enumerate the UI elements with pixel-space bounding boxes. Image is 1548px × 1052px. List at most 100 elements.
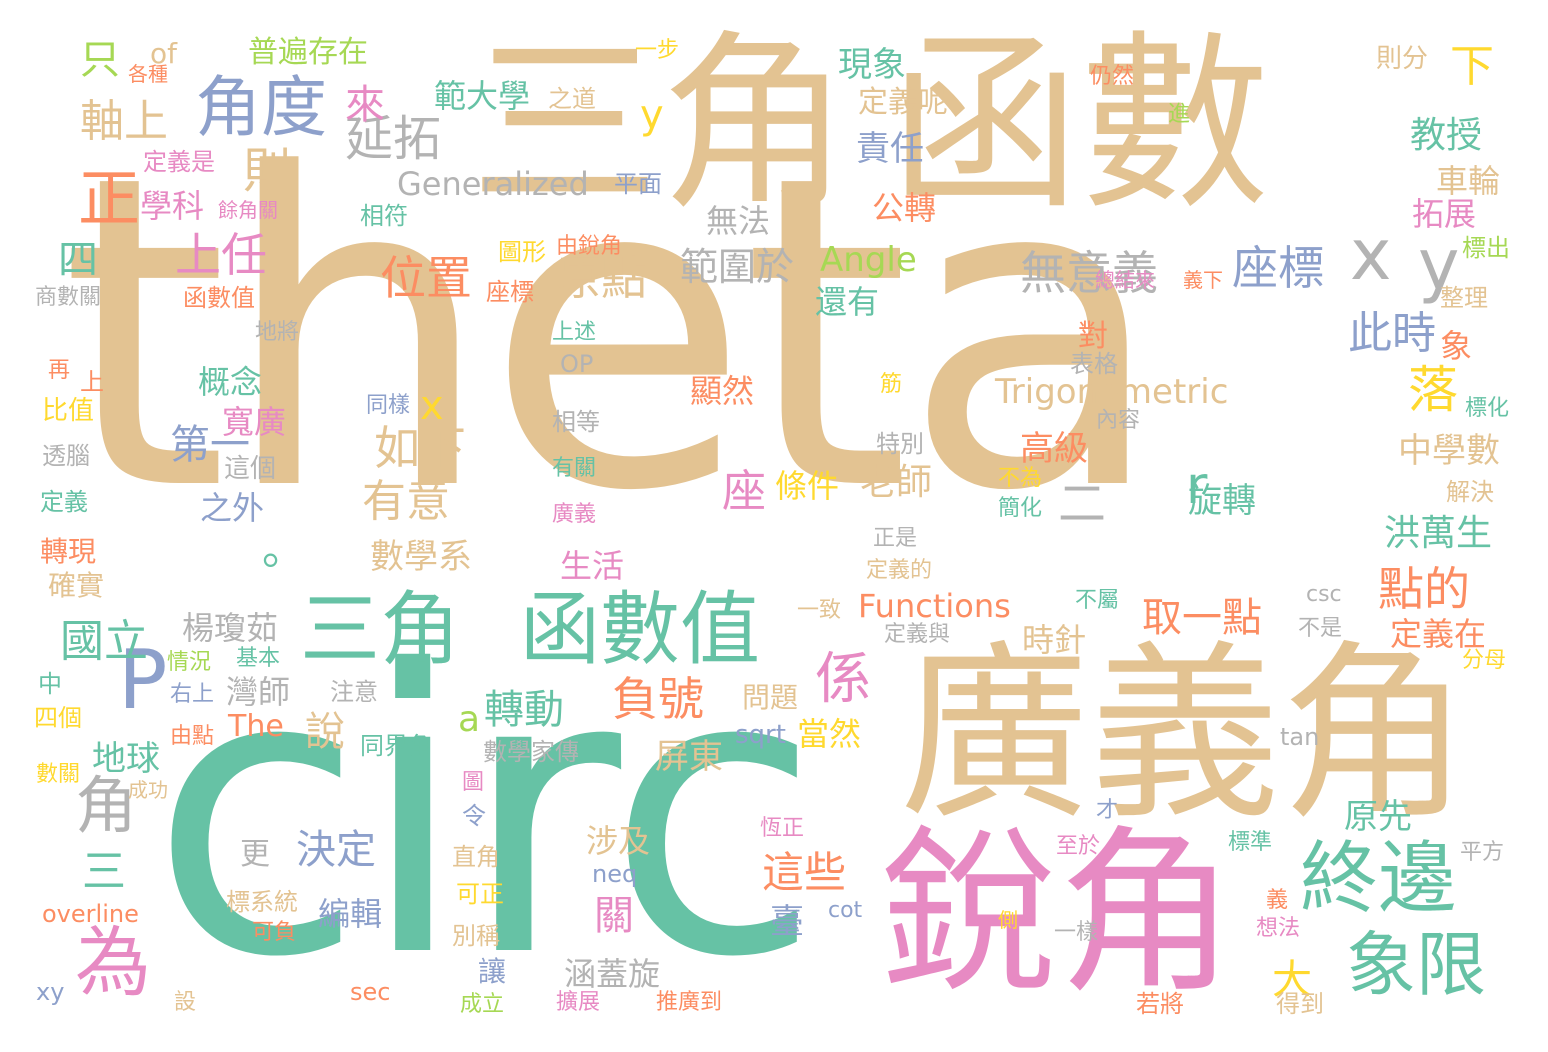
word-hanshuzhi-orange: 函數值: [183, 284, 255, 312]
word-xiang: 象: [1440, 327, 1473, 365]
word-tuiguangdao: 推廣到: [656, 990, 723, 1015]
word-tuxing: 圖形: [498, 238, 546, 266]
word-tai: 臺: [770, 902, 804, 942]
word-generalized: Generalized: [397, 165, 589, 203]
word-zhuanxian: 轉現: [40, 535, 97, 568]
word-gaoji: 高級: [1020, 429, 1088, 469]
word-tounao: 透腦: [42, 442, 90, 470]
word-jueding: 決定: [296, 827, 376, 873]
word-diqiu: 地球: [92, 739, 160, 779]
word-sheji: 涉及: [586, 822, 651, 860]
word-biaoxitong: 標系統: [226, 888, 298, 916]
word-jiejue: 解決: [1446, 478, 1494, 506]
word-dingyishi: 定義是: [143, 148, 215, 176]
word-zhuyi: 注意: [330, 678, 378, 706]
word-haiyou: 還有: [815, 283, 880, 321]
word-dingyide: 定義的: [866, 558, 933, 583]
word-lai: 來: [345, 82, 385, 128]
word-kuozhan: 擴展: [556, 990, 601, 1015]
word-gezhong: 各種: [128, 62, 168, 86]
word-biaozhun: 標準: [1228, 830, 1273, 855]
word-op: OP: [560, 350, 594, 378]
word-biecheng: 別稱: [452, 922, 500, 950]
word-hanshu: 函數: [890, 14, 1271, 235]
word-yizhi: 一致: [797, 598, 842, 623]
word-wei: 為: [75, 918, 151, 1007]
word-shangren: 上任: [175, 228, 267, 282]
word-period: 。: [262, 524, 306, 575]
word-chelun: 車輪: [1436, 162, 1501, 200]
word-dingyine: 定義呢: [858, 85, 948, 120]
word-zai: 再: [48, 358, 71, 383]
word-jin-tendon: 筋: [880, 372, 903, 397]
word-angle: Angle: [820, 240, 917, 280]
word-zhiyu: 至於: [1056, 834, 1101, 859]
word-rengran: 仍然: [1090, 64, 1135, 89]
word-zeren: 責任: [856, 129, 924, 169]
word-shuxuejiachuan: 數學家傳: [483, 738, 579, 766]
word-yourijiao: 由銳角: [556, 234, 623, 259]
word-qingkuang: 情況: [167, 650, 212, 675]
word-kezheng: 可正: [456, 880, 504, 908]
word-tu: 圖: [462, 770, 485, 795]
word-shangshuguan: 商數關: [35, 285, 102, 310]
word-kefu: 可負: [252, 920, 297, 945]
word-zhiwai: 之外: [200, 489, 265, 527]
word-diande: 點的: [1378, 562, 1470, 616]
word-neq: neq: [592, 860, 638, 888]
word-pingmian: 平面: [614, 170, 662, 198]
word-csc: csc: [1306, 582, 1342, 607]
word-tebie: 特別: [876, 430, 924, 458]
word-ze: 則: [234, 145, 290, 193]
word-shuguan: 數關: [36, 762, 81, 787]
word-biaochu: 標出: [1462, 234, 1510, 262]
word-hangaixuan: 涵蓋旋: [564, 955, 661, 993]
word-xueke: 學科: [140, 187, 205, 225]
word-dingyi: 定義: [40, 488, 88, 516]
word-sec: sec: [350, 978, 391, 1006]
word-yibu: 一步: [635, 38, 680, 63]
word-chenggong: 成功: [128, 778, 168, 802]
word-the: The: [228, 709, 284, 744]
word-jiaoshou: 教授: [1410, 115, 1483, 156]
word-yuandian: 原點: [555, 251, 647, 305]
word-fanweiyu: 範圍於: [680, 245, 795, 289]
word-hanshuzhi-green: 函數值: [520, 583, 760, 676]
word-laoshi: 老師: [860, 462, 933, 503]
word-shang: 上: [80, 368, 104, 396]
word-bianji: 編輯: [318, 895, 383, 933]
word-xianxiang: 現象: [838, 45, 906, 85]
word-wufa: 無法: [706, 202, 771, 240]
word-zuobiao-orange: 座標: [486, 278, 534, 306]
word-ruojiang: 若將: [1136, 990, 1184, 1018]
word-gainian: 概念: [198, 363, 263, 401]
word-xianran: 顯然: [690, 372, 755, 410]
word-guan: 關: [594, 893, 634, 939]
word-cot: cot: [828, 898, 863, 923]
word-zhong: 中: [38, 670, 62, 698]
word-quyidian: 取一點: [1142, 595, 1262, 641]
word-biaohua: 標化: [1465, 396, 1510, 421]
word-tuozhan: 拓展: [1412, 195, 1477, 233]
word-functions: Functions: [858, 587, 1011, 625]
word-youguan: 有關: [552, 456, 597, 481]
word-dangran: 當然: [797, 715, 862, 753]
word-zheng: 正: [78, 162, 141, 235]
word-overline: overline: [42, 900, 139, 928]
word-shizhen: 時針: [1022, 621, 1087, 659]
word-neirong: 內容: [1096, 408, 1141, 433]
word-xi: 係: [815, 647, 871, 712]
word-pingfang: 平方: [1460, 840, 1505, 865]
word-cishi: 此時: [1348, 308, 1436, 359]
word-zhege: 這個: [224, 454, 277, 484]
word-ling: 令: [462, 802, 486, 830]
word-luo: 落: [1408, 361, 1458, 419]
word-zuobiao-blue: 座標: [1232, 241, 1324, 295]
word-xiangdeng: 相等: [552, 408, 600, 436]
word-tan: tan: [1280, 723, 1320, 751]
word-jin: 進: [1168, 102, 1191, 127]
word-x-gray: x: [1350, 214, 1392, 296]
word-cai: 才: [1096, 798, 1119, 823]
word-fandaxue: 範大學: [434, 77, 531, 115]
word-zhoushang: 軸上: [80, 96, 168, 147]
